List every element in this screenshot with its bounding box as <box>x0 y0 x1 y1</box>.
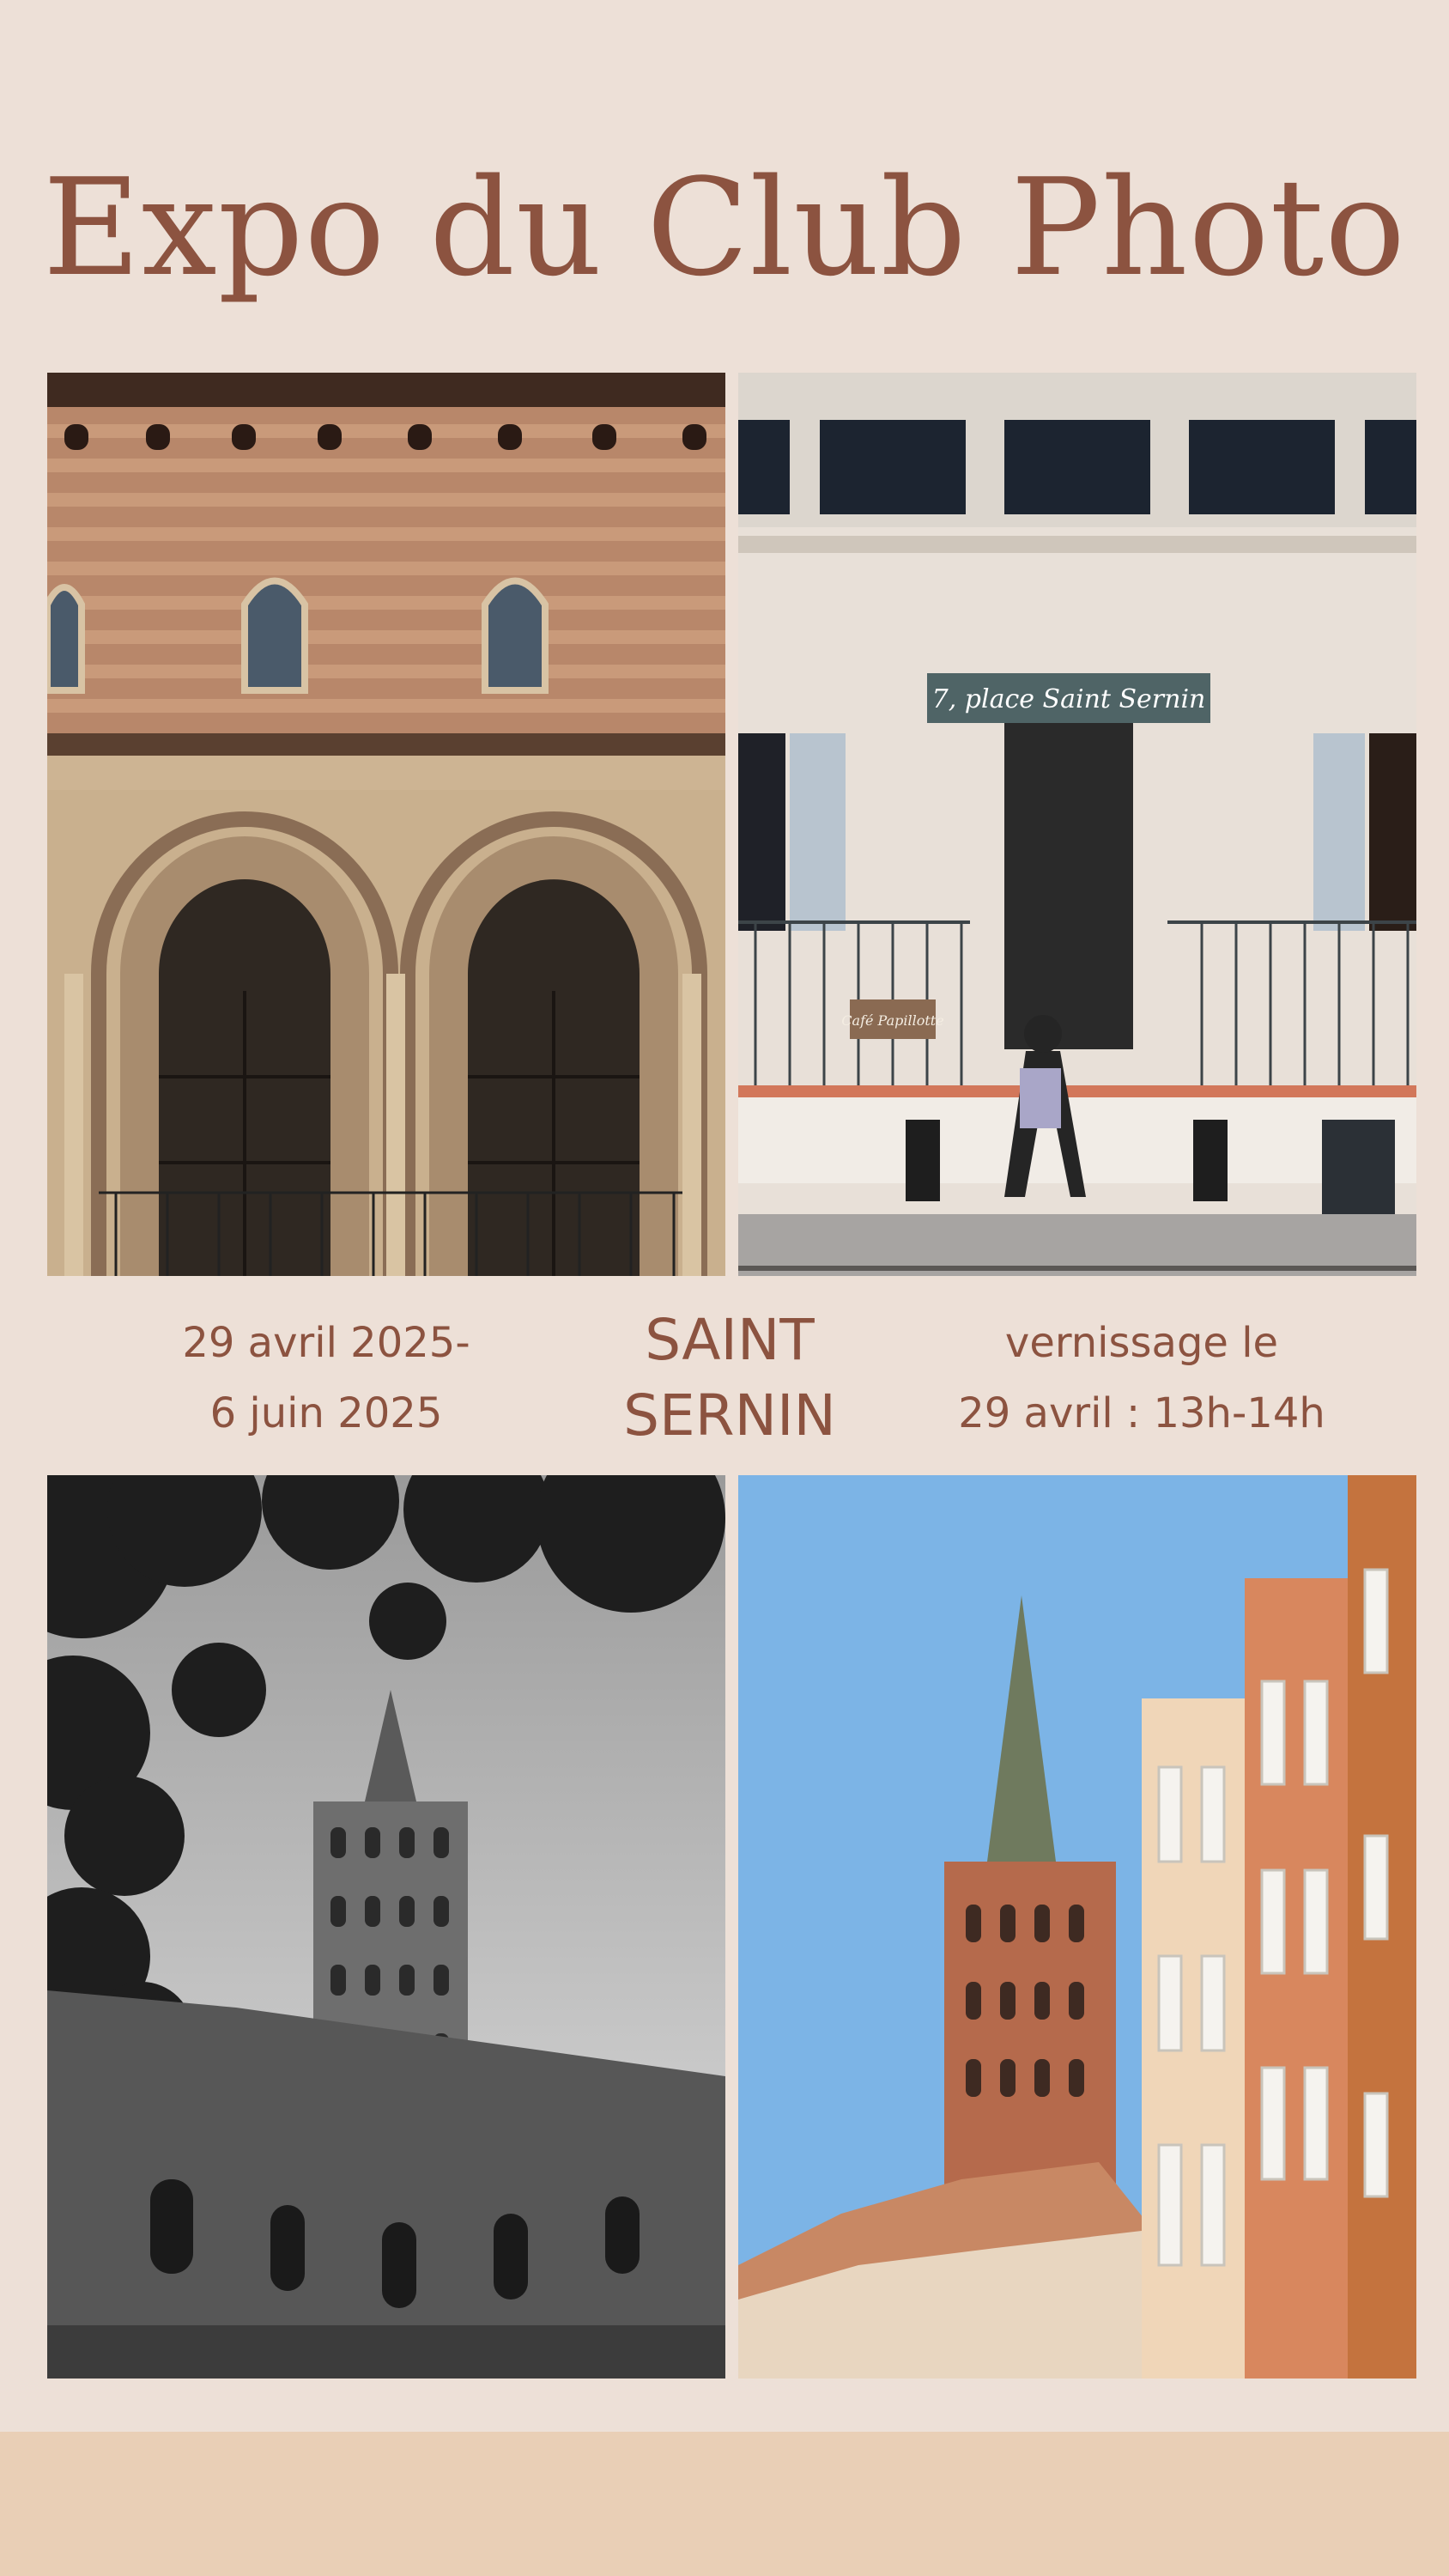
place-line-1: SAINT <box>645 1307 815 1373</box>
place-line-2: SERNIN <box>623 1382 836 1449</box>
footer-band <box>0 2432 1449 2576</box>
exhibition-place: SAINT SERNIN <box>549 1288 910 1468</box>
dates-line-2: 6 juin 2025 <box>209 1389 443 1437</box>
place-saint-sernin-street-photo: 7, place Saint Sernin Café Papillotte <box>738 373 1416 1276</box>
cafe-sign-text: Café Papillotte <box>841 1012 943 1029</box>
bell-tower-black-white-photo <box>47 1475 725 2379</box>
bell-tower-blue-sky-photo <box>738 1475 1416 2379</box>
basilica-portal-photo <box>47 373 725 1276</box>
opening-line-2: 29 avril : 13h-14h <box>958 1389 1325 1437</box>
poster-title: Expo du Club Photo <box>42 149 1407 306</box>
opening-line-1: vernissage le <box>1004 1319 1279 1367</box>
street-sign-text: 7, place Saint Sernin <box>932 684 1206 714</box>
dates-line-1: 29 avril 2025- <box>182 1319 470 1367</box>
exhibition-dates: 29 avril 2025- 6 juin 2025 <box>103 1288 549 1468</box>
opening-reception: vernissage le 29 avril : 13h-14h <box>910 1288 1373 1468</box>
